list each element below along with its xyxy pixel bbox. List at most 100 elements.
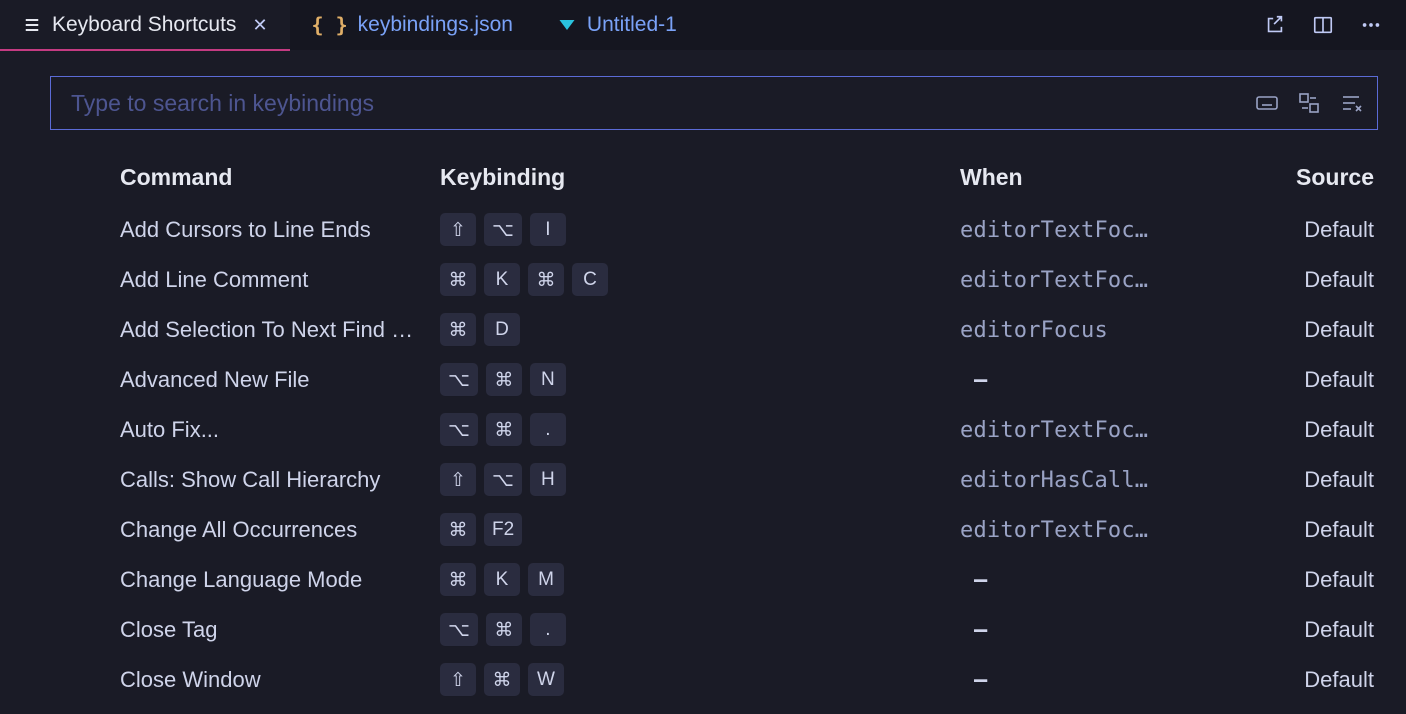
keybinding-cell: ⇧⌘W bbox=[440, 655, 960, 705]
key-cap: F2 bbox=[484, 513, 522, 547]
when-cell: editorTextFocus bbox=[960, 205, 1169, 255]
key-cap: ⌘ bbox=[484, 663, 520, 697]
tab-untitled-1[interactable]: Untitled-1 bbox=[535, 0, 699, 50]
tab-label: keybindings.json bbox=[358, 13, 513, 37]
key-cap: N bbox=[530, 363, 566, 397]
list-icon bbox=[22, 15, 42, 35]
editor-tabbar: Keyboard Shortcuts ✕ { } keybindings.jso… bbox=[0, 0, 1406, 50]
key-cap: ⌥ bbox=[440, 363, 478, 397]
key-cap: ⌘ bbox=[440, 513, 476, 547]
table-row[interactable]: Close Window⇧⌘W—Default bbox=[50, 655, 1378, 705]
keybinding-cell: ⌘K⌘C bbox=[440, 255, 960, 305]
key-cap: ⌘ bbox=[440, 263, 476, 297]
command-cell: Add Selection To Next Find Ma… bbox=[50, 305, 440, 355]
key-cap: K bbox=[484, 563, 520, 597]
command-cell: Calls: Show Call Hierarchy bbox=[50, 455, 440, 505]
json-icon: { } bbox=[312, 13, 348, 37]
split-editor-icon[interactable] bbox=[1312, 14, 1334, 36]
key-cap: H bbox=[530, 463, 566, 497]
source-cell: Default bbox=[1169, 655, 1378, 705]
key-cap: ⌥ bbox=[484, 463, 522, 497]
table-row[interactable]: Add Cursors to Line Ends⇧⌥IeditorTextFoc… bbox=[50, 205, 1378, 255]
sort-precedence-icon[interactable] bbox=[1297, 91, 1321, 115]
keybinding-cell: ⌥⌘. bbox=[440, 405, 960, 455]
key-cap: ⇧ bbox=[440, 463, 476, 497]
keybinding-cell: ⇧⌥I bbox=[440, 205, 960, 255]
table-row[interactable]: Add Line Comment⌘K⌘CeditorTextFocus && !… bbox=[50, 255, 1378, 305]
header-keybinding[interactable]: Keybinding bbox=[440, 154, 960, 205]
keybindings-table: Command Keybinding When Source Add Curso… bbox=[50, 154, 1378, 705]
search-actions bbox=[1255, 91, 1363, 115]
key-cap: K bbox=[484, 263, 520, 297]
key-cap: ⌘ bbox=[486, 363, 522, 397]
source-cell: Default bbox=[1169, 555, 1378, 605]
when-cell: — bbox=[960, 355, 1169, 405]
key-cap: ⇧ bbox=[440, 663, 476, 697]
command-cell: Auto Fix... bbox=[50, 405, 440, 455]
keybinding-cell: ⌘D bbox=[440, 305, 960, 355]
key-cap: ⌘ bbox=[486, 613, 522, 647]
keybinding-cell: ⌥⌘N bbox=[440, 355, 960, 405]
md-icon bbox=[557, 15, 577, 35]
when-cell: editorTextFocus && !editorReadonly… bbox=[960, 405, 1169, 455]
command-cell: Add Cursors to Line Ends bbox=[50, 205, 440, 255]
header-command[interactable]: Command bbox=[50, 154, 440, 205]
tab-keyboard-shortcuts[interactable]: Keyboard Shortcuts ✕ bbox=[0, 0, 290, 50]
editor-title-actions bbox=[1264, 0, 1406, 50]
command-cell: Close Tag bbox=[50, 605, 440, 655]
key-cap: C bbox=[572, 263, 608, 297]
table-row[interactable]: Change Language Mode⌘KM—Default bbox=[50, 555, 1378, 605]
when-cell: — bbox=[960, 655, 1169, 705]
tab-label: Untitled-1 bbox=[587, 13, 677, 37]
when-cell: editorHasCallHierarchyProvider bbox=[960, 455, 1169, 505]
command-cell: Advanced New File bbox=[50, 355, 440, 405]
keybinding-cell: ⌘F2 bbox=[440, 505, 960, 555]
source-cell: Default bbox=[1169, 255, 1378, 305]
key-cap: . bbox=[530, 613, 566, 647]
search-input[interactable] bbox=[71, 90, 1255, 117]
command-cell: Change All Occurrences bbox=[50, 505, 440, 555]
more-icon[interactable] bbox=[1360, 14, 1382, 36]
table-header-row: Command Keybinding When Source bbox=[50, 154, 1378, 205]
table-row[interactable]: Auto Fix...⌥⌘.editorTextFocus && !editor… bbox=[50, 405, 1378, 455]
tab-keybindings-json[interactable]: { } keybindings.json bbox=[290, 0, 535, 50]
source-cell: Default bbox=[1169, 605, 1378, 655]
table-row[interactable]: Close Tag⌥⌘.—Default bbox=[50, 605, 1378, 655]
table-row[interactable]: Add Selection To Next Find Ma…⌘DeditorFo… bbox=[50, 305, 1378, 355]
source-cell: Default bbox=[1169, 455, 1378, 505]
key-cap: M bbox=[528, 563, 564, 597]
command-cell: Close Window bbox=[50, 655, 440, 705]
source-cell: Default bbox=[1169, 505, 1378, 555]
keybinding-cell: ⌥⌘. bbox=[440, 605, 960, 655]
when-cell: editorTextFocus && !editorReadonly bbox=[960, 255, 1169, 305]
open-file-icon[interactable] bbox=[1264, 14, 1286, 36]
record-keys-icon[interactable] bbox=[1255, 91, 1279, 115]
key-cap: ⌘ bbox=[440, 563, 476, 597]
keybindings-search-box[interactable] bbox=[50, 76, 1378, 130]
tab-label: Keyboard Shortcuts bbox=[52, 13, 236, 37]
when-cell: editorTextFocus && editorTextFocus… bbox=[960, 505, 1169, 555]
key-cap: . bbox=[530, 413, 566, 447]
table-row[interactable]: Advanced New File⌥⌘N—Default bbox=[50, 355, 1378, 405]
key-cap: ⌘ bbox=[528, 263, 564, 297]
command-cell: Change Language Mode bbox=[50, 555, 440, 605]
source-cell: Default bbox=[1169, 355, 1378, 405]
close-icon[interactable]: ✕ bbox=[252, 15, 267, 36]
clear-filter-icon[interactable] bbox=[1339, 91, 1363, 115]
key-cap: ⇧ bbox=[440, 213, 476, 247]
header-source[interactable]: Source bbox=[1169, 154, 1378, 205]
key-cap: I bbox=[530, 213, 566, 247]
key-cap: ⌥ bbox=[484, 213, 522, 247]
key-cap: ⌥ bbox=[440, 413, 478, 447]
table-row[interactable]: Change All Occurrences⌘F2editorTextFocus… bbox=[50, 505, 1378, 555]
when-cell: — bbox=[960, 605, 1169, 655]
when-cell: — bbox=[960, 555, 1169, 605]
key-cap: W bbox=[528, 663, 564, 697]
key-cap: ⌘ bbox=[486, 413, 522, 447]
keybinding-cell: ⌘KM bbox=[440, 555, 960, 605]
keybindings-table-wrap: Command Keybinding When Source Add Curso… bbox=[0, 140, 1406, 705]
keybindings-search-row bbox=[0, 50, 1406, 140]
table-row[interactable]: Calls: Show Call Hierarchy⇧⌥HeditorHasCa… bbox=[50, 455, 1378, 505]
header-when[interactable]: When bbox=[960, 154, 1169, 205]
when-cell: editorFocus bbox=[960, 305, 1169, 355]
